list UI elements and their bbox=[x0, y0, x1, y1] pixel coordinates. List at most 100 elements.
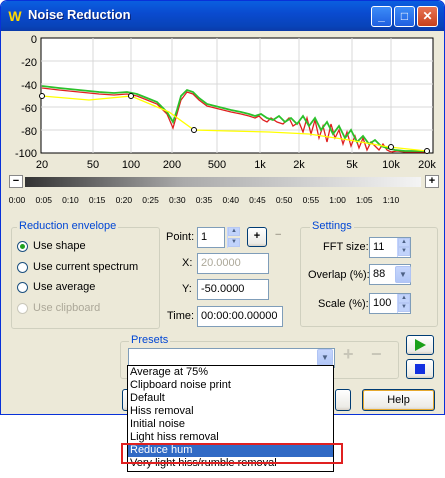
point-spinner[interactable]: ▲ ▼ bbox=[227, 227, 240, 248]
radio-dot bbox=[17, 302, 28, 314]
x-tick-label: 1k bbox=[254, 159, 266, 171]
reduction-envelope-title: Reduction envelope bbox=[17, 220, 119, 232]
radio-dot[interactable] bbox=[17, 281, 28, 293]
radio-label: Use shape bbox=[33, 240, 86, 252]
x-label: X: bbox=[182, 257, 193, 269]
y-tick-label: -100 bbox=[15, 148, 37, 160]
y-tick-label: -60 bbox=[21, 103, 37, 115]
envelope-point[interactable] bbox=[128, 93, 134, 99]
time-slider-track[interactable] bbox=[25, 177, 421, 187]
preset-option[interactable]: Initial noise bbox=[128, 418, 333, 431]
scale-label: Scale (%): bbox=[318, 298, 369, 310]
envelope-point[interactable] bbox=[424, 148, 430, 154]
maximize-button[interactable]: □ bbox=[394, 6, 415, 27]
noise-reduction-window: W Noise Reduction _ □ ✕ 0 -20 -40 -60 -8… bbox=[0, 0, 445, 415]
spin-down-icon[interactable]: ▼ bbox=[228, 238, 240, 247]
chevron-down-icon[interactable]: ▼ bbox=[317, 349, 333, 366]
y-tick-label: -80 bbox=[21, 126, 37, 138]
presets-title: Presets bbox=[129, 334, 171, 346]
point-label: Point: bbox=[166, 231, 195, 243]
radio-dot[interactable] bbox=[17, 240, 28, 252]
time-tick-label: 0:45 bbox=[249, 195, 266, 205]
y-label: Y: bbox=[182, 283, 192, 295]
use-current-spectrum-radio[interactable]: Use current spectrum bbox=[17, 261, 138, 273]
preset-option[interactable]: Average at 75% bbox=[128, 366, 333, 379]
overlap-label: Overlap (%): bbox=[308, 269, 370, 281]
spin-down-icon[interactable]: ▼ bbox=[398, 303, 410, 312]
spin-up-icon[interactable]: ▲ bbox=[398, 238, 410, 247]
radio-label: Use average bbox=[33, 281, 96, 293]
time-tick-label: 0:15 bbox=[89, 195, 106, 205]
preview-stop-button[interactable] bbox=[406, 359, 434, 379]
time-tick-label: 0:10 bbox=[62, 195, 79, 205]
x-tick-label: 20k bbox=[418, 159, 436, 171]
add-preset-icon[interactable]: + bbox=[343, 344, 354, 365]
x-tick-label: 200 bbox=[163, 159, 181, 171]
time-tick-label: 0:30 bbox=[169, 195, 186, 205]
waveform-app-icon: W bbox=[8, 8, 22, 24]
settings-title: Settings bbox=[310, 220, 354, 232]
time-tick-label: 1:00 bbox=[329, 195, 346, 205]
x-tick-label: 500 bbox=[208, 159, 226, 171]
graph-plot-area[interactable] bbox=[40, 37, 434, 154]
time-tick-label: 0:35 bbox=[196, 195, 213, 205]
preview-play-button[interactable] bbox=[406, 335, 434, 355]
title-bar[interactable]: W Noise Reduction _ □ ✕ bbox=[1, 1, 444, 31]
time-input[interactable]: 00:00:00.00000 bbox=[197, 306, 283, 327]
time-tick-label: 0:00 bbox=[9, 195, 26, 205]
play-icon bbox=[415, 339, 426, 351]
spin-down-icon[interactable]: ▼ bbox=[398, 247, 410, 256]
spin-up-icon[interactable]: ▲ bbox=[398, 294, 410, 303]
point-input[interactable]: 1 bbox=[197, 227, 225, 248]
chevron-down-icon[interactable]: ▼ bbox=[395, 266, 411, 283]
preset-option[interactable]: Clipboard noise print bbox=[128, 379, 333, 392]
time-tick-label: 0:25 bbox=[142, 195, 159, 205]
y-tick-label: -40 bbox=[21, 80, 37, 92]
time-label: Time: bbox=[167, 310, 195, 322]
y-tick-label: -20 bbox=[21, 57, 37, 69]
x-tick-label: 2k bbox=[293, 159, 305, 171]
time-slider[interactable]: − + bbox=[9, 175, 439, 189]
preset-option[interactable]: Default bbox=[128, 392, 333, 405]
zoom-in-button[interactable]: + bbox=[425, 175, 439, 188]
help-button[interactable]: Help bbox=[362, 389, 435, 411]
use-shape-radio[interactable]: Use shape bbox=[17, 240, 86, 252]
y-input[interactable]: -50.0000 bbox=[197, 279, 269, 300]
envelope-point[interactable] bbox=[191, 127, 197, 133]
zoom-out-button[interactable]: − bbox=[9, 175, 23, 188]
fft-size-spinner[interactable]: ▲ ▼ bbox=[397, 238, 410, 257]
use-average-radio[interactable]: Use average bbox=[17, 281, 95, 293]
radio-label: Use current spectrum bbox=[33, 261, 139, 273]
noise-reduction-graph[interactable]: 0 -20 -40 -60 -80 -100 20 50 100 200 500… bbox=[9, 34, 439, 174]
envelope-point[interactable] bbox=[388, 144, 394, 150]
time-ruler: 0:00 0:05 0:10 0:15 0:20 0:25 0:30 0:35 0:40 0:45… bbox=[9, 195, 400, 205]
remove-preset-icon[interactable]: − bbox=[371, 344, 382, 365]
highlight-box bbox=[121, 443, 343, 464]
cancel-button[interactable] bbox=[335, 389, 351, 411]
radio-dot[interactable] bbox=[17, 261, 28, 273]
time-tick-label: 0:05 bbox=[35, 195, 52, 205]
time-tick-label: 1:05 bbox=[356, 195, 373, 205]
radio-label: Use clipboard bbox=[33, 302, 101, 314]
x-tick-label: 10k bbox=[382, 159, 400, 171]
y-tick-label: 0 bbox=[31, 34, 37, 46]
minimize-button[interactable]: _ bbox=[371, 6, 392, 27]
window-title: Noise Reduction bbox=[28, 7, 131, 22]
stop-icon bbox=[415, 364, 425, 374]
spin-up-icon[interactable]: ▲ bbox=[228, 227, 240, 236]
x-tick-label: 100 bbox=[122, 159, 140, 171]
scale-spinner[interactable]: ▲ ▼ bbox=[397, 294, 410, 313]
add-point-button[interactable]: + bbox=[247, 227, 267, 247]
fft-size-label: FFT size: bbox=[323, 241, 369, 253]
time-tick-label: 1:10 bbox=[383, 195, 400, 205]
envelope-point[interactable] bbox=[39, 93, 45, 99]
preset-option[interactable]: Hiss removal bbox=[128, 405, 333, 418]
x-tick-label: 20 bbox=[36, 159, 48, 171]
x-tick-label: 50 bbox=[87, 159, 99, 171]
use-clipboard-radio: Use clipboard bbox=[17, 302, 100, 314]
close-button[interactable]: ✕ bbox=[417, 6, 438, 27]
remove-point-button[interactable]: − bbox=[275, 229, 281, 241]
time-tick-label: 0:55 bbox=[303, 195, 320, 205]
time-tick-label: 0:20 bbox=[116, 195, 133, 205]
x-input: 20.0000 bbox=[197, 253, 269, 274]
